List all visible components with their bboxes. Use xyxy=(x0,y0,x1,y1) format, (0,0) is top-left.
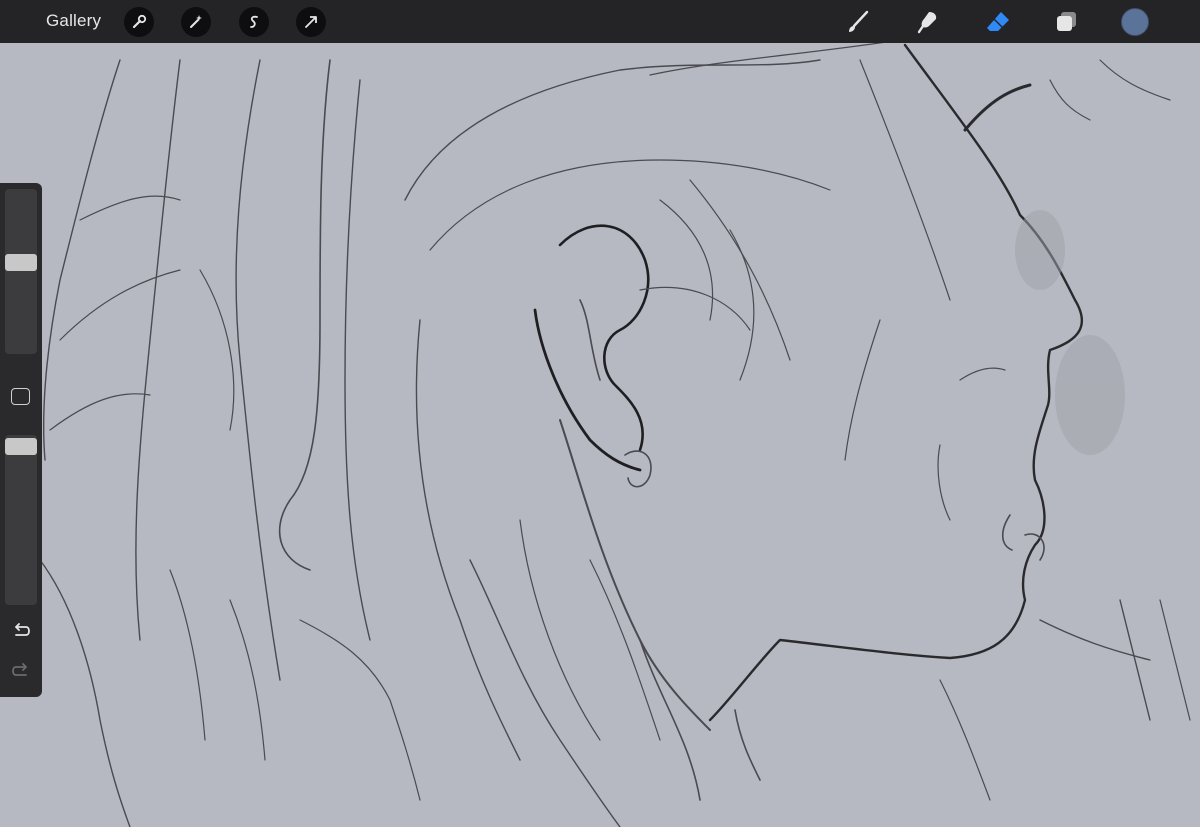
top-toolbar: Gallery xyxy=(0,0,1200,43)
transform-icon xyxy=(305,16,317,28)
brush-size-slider[interactable] xyxy=(5,189,37,354)
left-sidebar xyxy=(0,183,42,697)
adjustments-icon xyxy=(190,15,202,28)
selection-icon xyxy=(250,15,258,28)
adjustments-button[interactable] xyxy=(181,7,211,37)
layers-button[interactable] xyxy=(1049,5,1083,39)
eraser-icon xyxy=(987,12,1009,31)
undo-icon xyxy=(15,623,30,636)
brush-tool-button[interactable] xyxy=(841,5,875,39)
procreate-app: Gallery xyxy=(0,0,1200,827)
brush-opacity-thumb[interactable] xyxy=(5,438,37,455)
smudge-tool-button[interactable] xyxy=(911,5,945,39)
actions-button[interactable] xyxy=(124,7,154,37)
brush-icon xyxy=(849,10,869,32)
brush-size-thumb[interactable] xyxy=(5,254,37,271)
actions-icon xyxy=(132,14,147,29)
redo-icon xyxy=(12,663,27,676)
drawing-canvas[interactable] xyxy=(0,0,1200,827)
undo-button[interactable] xyxy=(10,621,32,641)
modify-button[interactable] xyxy=(11,388,30,405)
smudge-icon xyxy=(917,12,937,34)
transform-button[interactable] xyxy=(296,7,326,37)
layers-icon xyxy=(1057,12,1076,31)
sketch-artwork xyxy=(39,39,1191,827)
redo-button[interactable] xyxy=(10,661,32,681)
brush-opacity-slider[interactable] xyxy=(5,435,37,605)
color-picker-button[interactable] xyxy=(1121,8,1149,36)
eraser-tool-button[interactable] xyxy=(981,5,1015,39)
gallery-button[interactable]: Gallery xyxy=(46,11,101,31)
selection-button[interactable] xyxy=(239,7,269,37)
